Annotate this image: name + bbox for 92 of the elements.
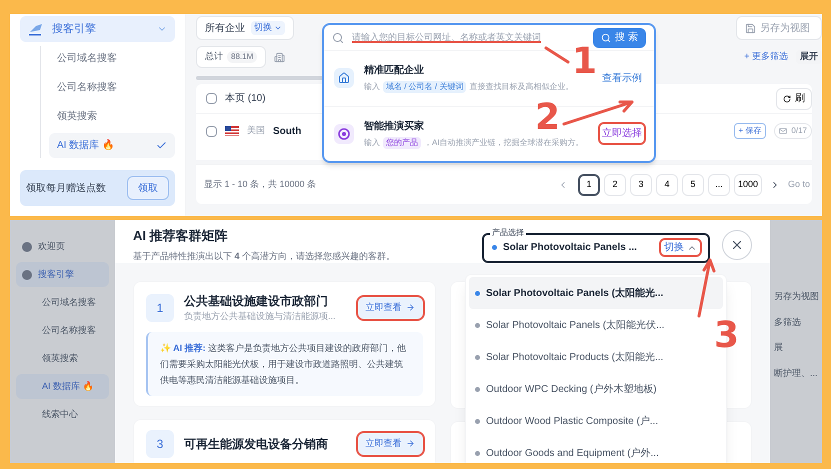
option-title: 精准匹配企业 [364,64,425,78]
background-text: 多筛选 [774,316,802,328]
background-menu-item[interactable]: 欢迎页 [16,234,109,259]
flag-icon [225,126,239,136]
checkbox[interactable] [206,126,217,136]
save-view-button[interactable]: 另存为视图 [736,16,822,40]
search-icon [601,32,612,42]
mail-icon [779,127,788,135]
section-label: 搜客引擎 [52,22,97,37]
search-button[interactable]: 搜 索 [593,28,646,48]
total-label: 总计 [205,50,223,64]
background-menu-item[interactable]: 公司名称搜客 [16,318,109,343]
sidebar-section[interactable]: 搜客引擎 [20,16,175,42]
option-title: 智能推演买家 [364,119,425,134]
select-page-label: 本页 (10) [225,92,266,106]
caret-icon [274,24,282,32]
refresh-button[interactable]: 刷 [776,88,812,110]
switch-control[interactable]: 切换 [661,240,700,255]
card-description: 负责地方公共基础设施与清洁能源项... [184,310,337,323]
check-icon [156,140,167,151]
scope-selector[interactable]: 所有企业 切换 [196,16,294,40]
search-field[interactable]: 请输入您的目标公司网址、名称或者英文关键词 [352,30,586,44]
background-menu-item[interactable]: 搜客引擎 [16,262,109,287]
search-icon [332,32,344,44]
page-button[interactable]: 4 [656,174,678,196]
target-icon [334,124,354,144]
view-button[interactable]: 立即查看 [358,296,422,319]
dropdown-option[interactable]: Outdoor WPC Decking (户外木塑地板) [469,373,723,405]
sidebar-item[interactable]: 公司域名搜客 [49,46,175,71]
background-text: 另存为视图 [774,290,820,303]
select-value: Solar Photovoltaic Panels ... [503,241,638,255]
option-tag: 您的产品 [383,136,421,149]
checkbox[interactable] [206,93,217,104]
page-button[interactable]: 1 [578,174,600,196]
close-button[interactable] [722,230,752,260]
goto-label: Go to [788,178,810,191]
house-icon [334,68,354,88]
background-menu-item[interactable]: 线索中心 [16,402,109,427]
annotation-arrow [562,100,634,126]
option-prefix: 输入 [364,136,380,149]
save-icon [745,22,756,34]
menu-icon [22,270,32,280]
background-text: 展 [774,341,784,354]
background-menu-item[interactable]: 领英搜索 [16,346,109,371]
option-link[interactable]: 立即选择 [600,124,644,144]
page-button[interactable]: 1000 [734,174,762,196]
country-label: 美国 [247,124,265,138]
promo-text: 领取每月赠送点数 [26,182,106,196]
refresh-icon [783,94,791,104]
dropdown-option[interactable]: Outdoor Wood Plastic Composite (户... [469,405,723,437]
modal-subtitle: 基于产品特性推演出以下 4 个高潜方向，请选择您感兴趣的客群。 [133,250,396,262]
sidebar-item[interactable]: 领英搜索 [49,104,175,129]
background-menu-item[interactable]: 公司域名搜客 [16,290,109,315]
sidebar-item[interactable]: 公司名称搜客 [49,75,175,100]
option-description: ，AI自动推演产业链，挖掘全球潜在采购方。 [424,136,584,149]
claim-button[interactable]: 领取 [127,176,169,200]
scope-label: 所有企业 [205,22,245,36]
building-icon [274,52,286,62]
page-button[interactable]: 2 [604,174,626,196]
card-title: 可再生能源发电设备分销商 [184,436,329,452]
dropdown-option[interactable]: Solar Photovoltaic Panels (太阳能光... [469,277,723,309]
save-button[interactable]: + 保存 [734,123,766,139]
option-prefix: 输入 [364,81,380,94]
rocket-icon [28,22,44,36]
menu-icon [22,242,32,252]
card-title: 公共基础设施建设市政部门 [184,293,329,310]
ai-recommendation: ✨ AI 推荐: 这类客户是负责地方公共项目建设的政府部门，他们需要采购太阳能光伏板，用于建设市政道路照明、公共建筑供电等惠民清洁能源基础设施项目。 [146,332,422,396]
annotation-number: 3 [714,318,740,354]
option-link[interactable]: 查看示例 [600,68,644,88]
page-button[interactable]: 3 [630,174,652,196]
more-filters-link[interactable]: + 更多筛选 [744,50,788,64]
background-menu-item[interactable]: AI 数据库 🔥 [16,374,109,399]
page-button[interactable]: ... [708,174,730,196]
dropdown-option[interactable]: Outdoor Goods and Equipment (户外... [469,437,723,463]
sidebar-item[interactable]: AI 数据库 🔥 [49,133,175,158]
card-number: 3 [146,430,174,458]
email-count: 0/17 [774,123,812,139]
company-name: South [273,124,302,138]
arrow-icon [406,303,414,312]
annotation-number: 2 [535,100,560,136]
select-legend: 产品选择 [490,226,526,238]
view-button[interactable]: 立即查看 [358,432,422,454]
background-text: 断护理、... [774,366,819,380]
card-number: 1 [146,294,174,322]
modal-title: AI 推荐客群矩阵 [133,227,229,245]
arrow-icon [406,439,414,448]
option-description: 直接查找目标及高相似企业。 [469,81,574,94]
option-tag: 域名 / 公司名 / 关键词 [383,81,466,94]
pagination-summary: 显示 1 - 10 条，共 10000 条 [204,178,316,191]
page-button[interactable]: 5 [682,174,704,196]
scope-switch[interactable]: 切换 [251,21,285,35]
total-value: 88.1M [227,51,258,63]
